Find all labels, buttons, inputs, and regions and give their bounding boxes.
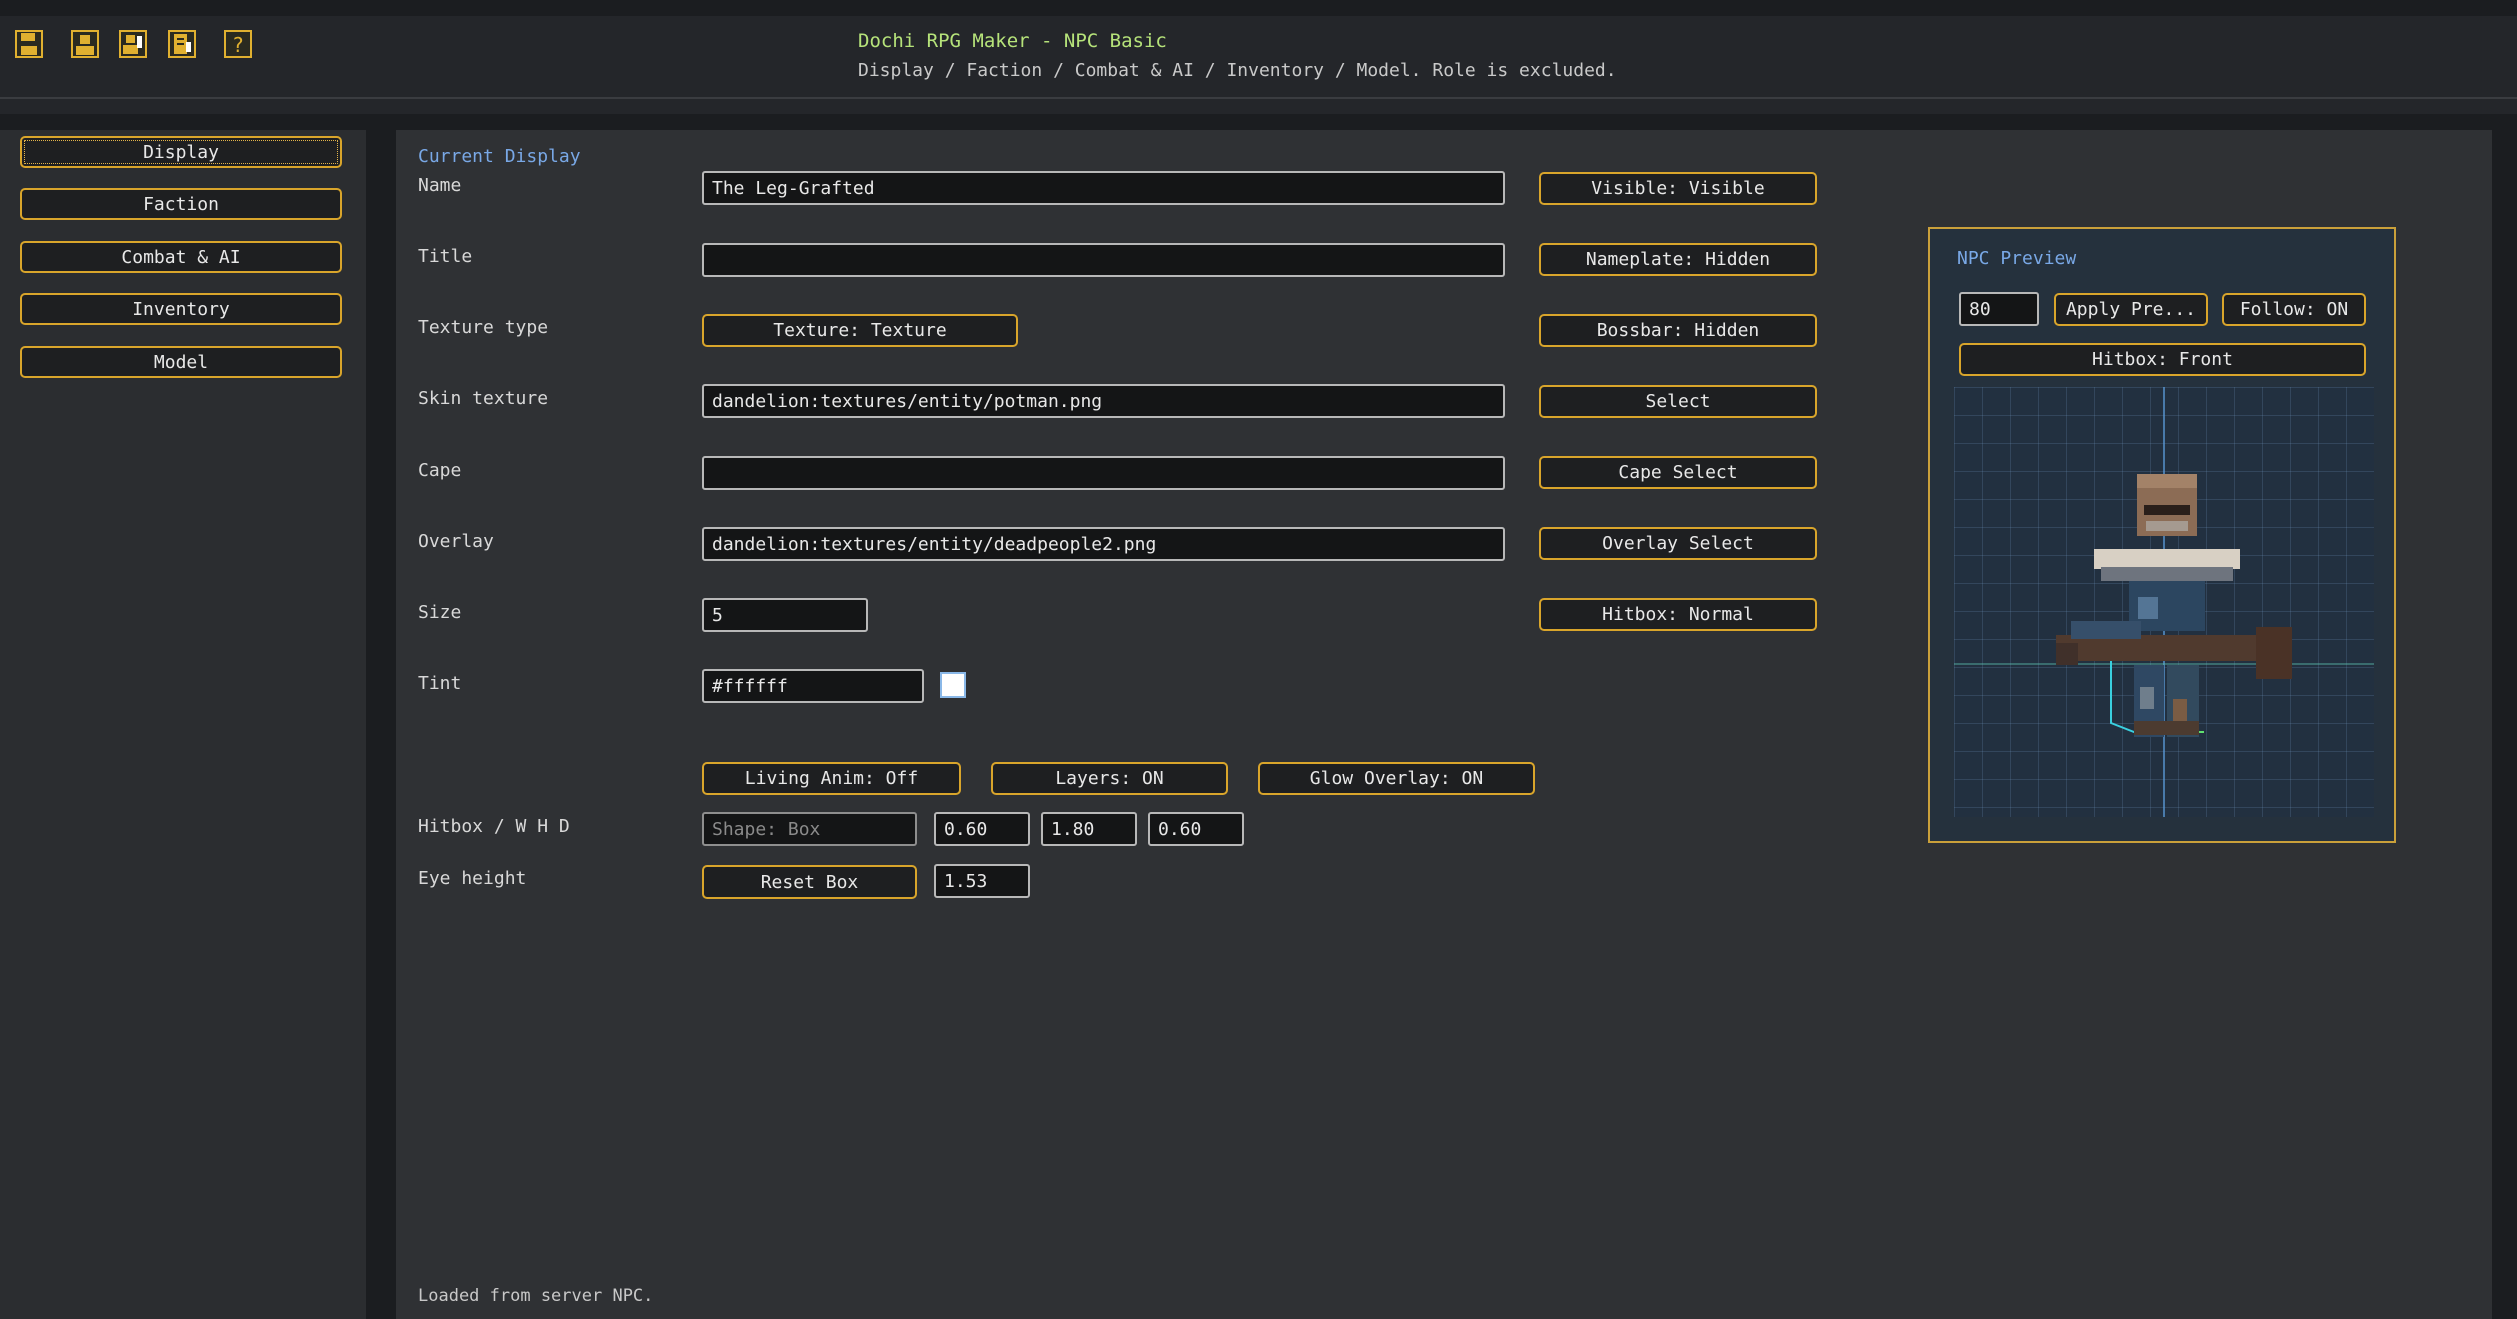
header-divider bbox=[0, 97, 2517, 99]
cape-label: Cape bbox=[418, 460, 462, 481]
app-title: Dochi RPG Maker - NPC Basic bbox=[858, 30, 1167, 52]
name-label: Name bbox=[418, 175, 462, 196]
visible-toggle[interactable]: Visible: Visible bbox=[1539, 172, 1817, 205]
sidebar-item-combat-ai[interactable]: Combat & AI bbox=[20, 241, 342, 273]
hitbox-height-input[interactable] bbox=[1041, 812, 1137, 846]
layers-toggle[interactable]: Layers: ON bbox=[991, 762, 1228, 795]
document-edit-icon[interactable] bbox=[166, 28, 198, 60]
save-icon[interactable] bbox=[13, 28, 45, 60]
eye-height-label: Eye height bbox=[418, 868, 527, 889]
glow-overlay-toggle[interactable]: Glow Overlay: ON bbox=[1258, 762, 1535, 795]
sidebar-item-faction[interactable]: Faction bbox=[20, 188, 342, 220]
overlay-input[interactable] bbox=[702, 527, 1505, 561]
eye-height-input[interactable] bbox=[934, 864, 1030, 898]
app-subtitle: Display / Faction / Combat & AI / Invent… bbox=[858, 60, 1617, 81]
bossbar-toggle[interactable]: Bossbar: Hidden bbox=[1539, 314, 1817, 347]
npc-preview-panel: NPC Preview Apply Pre... Follow: ON Hitb… bbox=[1928, 227, 2396, 843]
overlay-label: Overlay bbox=[418, 531, 494, 552]
name-input[interactable] bbox=[702, 171, 1505, 205]
npc-preview-viewport[interactable] bbox=[1954, 387, 2374, 817]
texture-type-label: Texture type bbox=[418, 317, 549, 338]
skin-select-button[interactable]: Select bbox=[1539, 385, 1817, 418]
tint-color-swatch[interactable] bbox=[940, 672, 966, 698]
texture-type-button[interactable]: Texture: Texture bbox=[702, 314, 1018, 347]
apply-preview-button[interactable]: Apply Pre... bbox=[2054, 293, 2208, 326]
tint-label: Tint bbox=[418, 673, 462, 694]
status-text: Loaded from server NPC. bbox=[418, 1286, 654, 1306]
hitbox-depth-input[interactable] bbox=[1148, 812, 1244, 846]
title-label: Title bbox=[418, 246, 473, 267]
tint-input[interactable] bbox=[702, 669, 924, 703]
living-anim-toggle[interactable]: Living Anim: Off bbox=[702, 762, 961, 795]
hitbox-shape-input[interactable] bbox=[702, 812, 917, 846]
sidebar-item-display[interactable]: Display bbox=[20, 136, 342, 168]
cape-input[interactable] bbox=[702, 456, 1505, 490]
npc-model-render bbox=[1954, 387, 2374, 817]
hitbox-mode-toggle[interactable]: Hitbox: Normal bbox=[1539, 598, 1817, 631]
size-input[interactable] bbox=[702, 598, 868, 632]
overlay-select-button[interactable]: Overlay Select bbox=[1539, 527, 1817, 560]
sidebar-item-model[interactable]: Model bbox=[20, 346, 342, 378]
user-edit-icon[interactable] bbox=[117, 28, 149, 60]
cape-select-button[interactable]: Cape Select bbox=[1539, 456, 1817, 489]
hitbox-whd-label: Hitbox / W H D bbox=[418, 816, 570, 837]
svg-text:?: ? bbox=[232, 33, 244, 57]
hitbox-width-input[interactable] bbox=[934, 812, 1030, 846]
hitbox-front-toggle[interactable]: Hitbox: Front bbox=[1959, 343, 2366, 376]
title-input[interactable] bbox=[702, 243, 1505, 277]
size-label: Size bbox=[418, 602, 462, 623]
skin-texture-label: Skin texture bbox=[418, 388, 549, 409]
sidebar-item-inventory[interactable]: Inventory bbox=[20, 293, 342, 325]
skin-texture-input[interactable] bbox=[702, 384, 1505, 418]
help-icon[interactable]: ? bbox=[222, 28, 254, 60]
preview-zoom-input[interactable] bbox=[1959, 292, 2039, 326]
follow-toggle[interactable]: Follow: ON bbox=[2222, 293, 2366, 326]
section-title: Current Display bbox=[418, 146, 581, 167]
user-icon[interactable] bbox=[69, 28, 101, 60]
npc-preview-title: NPC Preview bbox=[1957, 248, 2077, 269]
nameplate-toggle[interactable]: Nameplate: Hidden bbox=[1539, 243, 1817, 276]
reset-box-button[interactable]: Reset Box bbox=[702, 865, 917, 899]
